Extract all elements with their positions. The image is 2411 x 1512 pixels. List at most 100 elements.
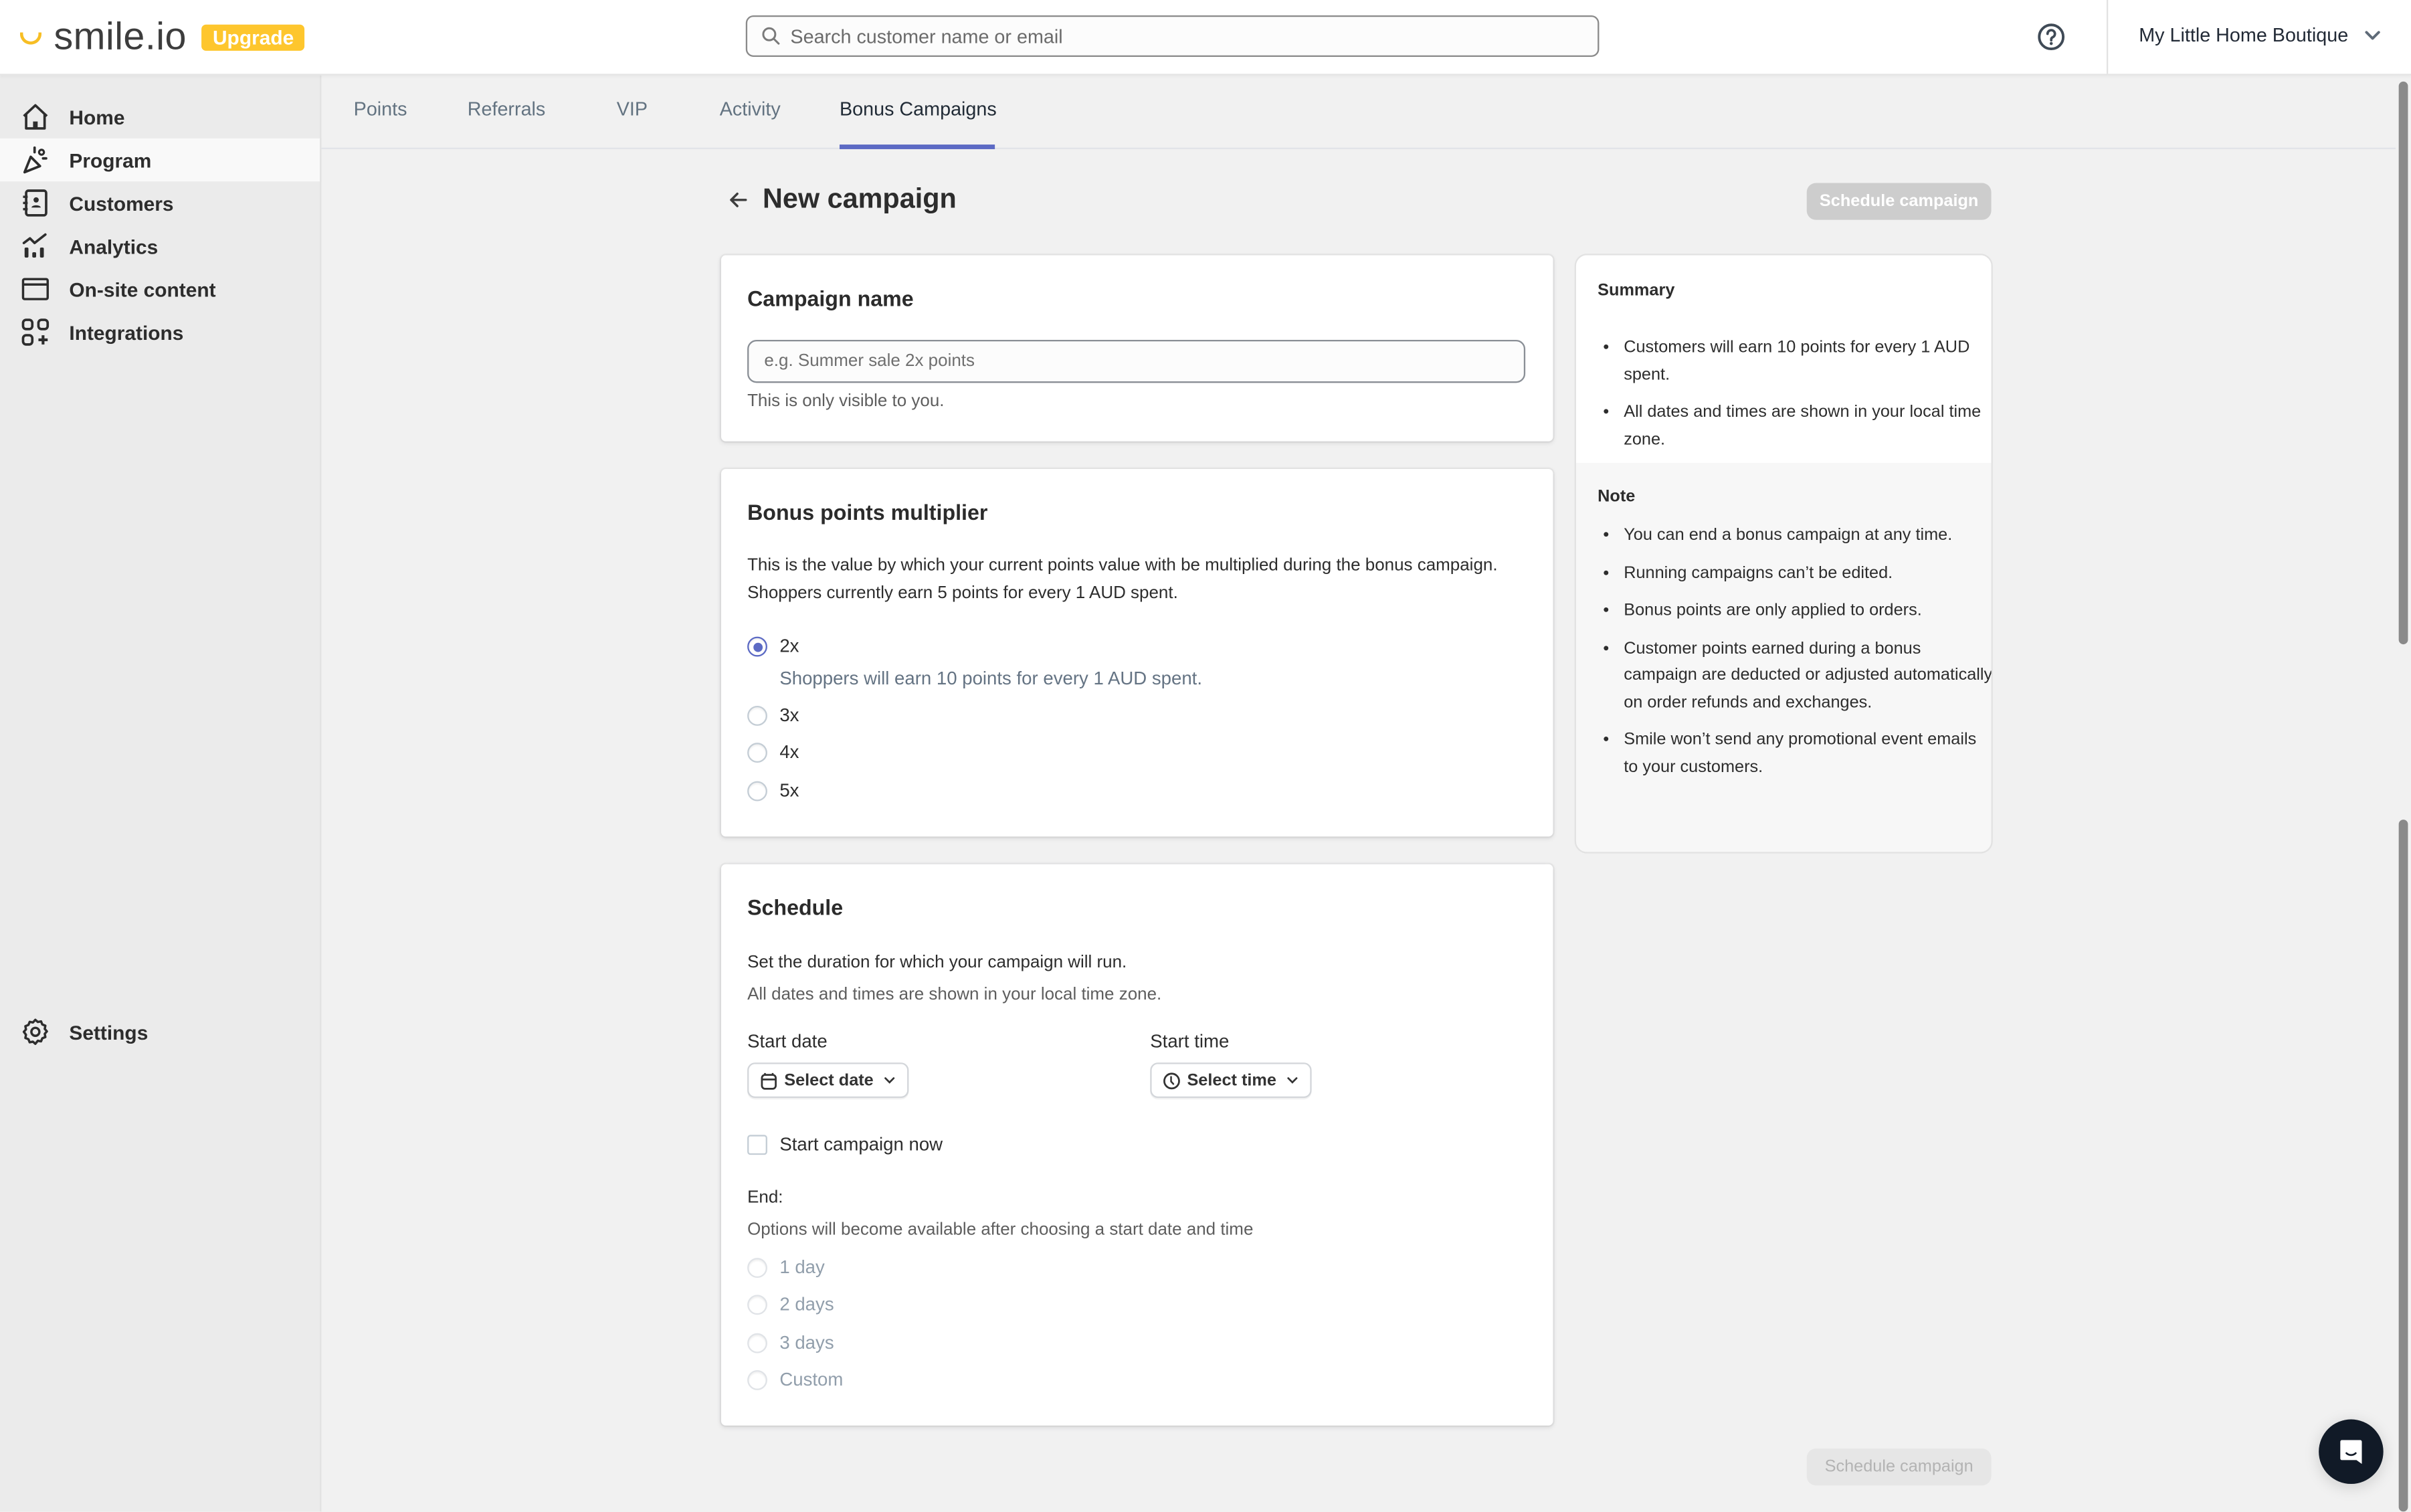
logo-text: smile.io [54,15,187,59]
multiplier-radio-4x[interactable] [747,743,767,763]
campaign-name-title: Campaign name [747,286,914,311]
upgrade-badge[interactable]: Upgrade [201,23,305,50]
customer-search[interactable] [745,15,1600,58]
schedule-title: Schedule [747,894,844,920]
chevron-down-icon [2365,31,2381,40]
end-radio-3-days[interactable] [747,1333,767,1353]
program-tabs: Points Referrals VIP Activity Bonus Camp… [321,74,2398,149]
bonus-multiplier-card: Bonus points multiplier This is the valu… [720,469,1553,837]
campaign-name-field[interactable] [747,339,1526,383]
page-scrollbar[interactable] [2396,74,2411,1512]
start-now-label[interactable]: Start campaign now [779,1133,943,1155]
summary-panel: Summary Customers will earn 10 points fo… [1574,254,1993,854]
note-item: Smile won’t send any promotional event e… [1624,727,1991,781]
smile-logo[interactable]: smile.io Upgrade [19,14,305,60]
home-icon [23,104,48,130]
sidebar-item-label: Integrations [69,320,184,344]
gear-icon [22,1018,48,1045]
sidebar-item-on-site-content[interactable]: On-site content [0,268,320,310]
end-radio-custom[interactable] [747,1369,767,1390]
note-item: Customer points earned during a bonus ca… [1624,636,1991,717]
help-icon[interactable] [2036,21,2066,52]
multiplier-radio-5x[interactable] [747,781,767,801]
end-radio-1-day[interactable] [747,1258,767,1279]
end-label-1-day: 1 day [779,1256,825,1279]
note-item: Running campaigns can’t be edited. [1624,561,1991,587]
search-icon [762,27,780,45]
end-label-2-days: 2 days [779,1293,834,1315]
start-time-picker[interactable]: Select time [1150,1062,1312,1099]
campaign-name-input[interactable] [764,352,1503,371]
campaign-name-card: Campaign name This is only visible to yo… [720,255,1553,442]
end-note: Options will become available after choo… [747,1221,1254,1240]
schedule-description: Set the duration for which your campaign… [747,953,1127,972]
start-date-picker[interactable]: Select date [747,1062,909,1099]
multiplier-radio-3x[interactable] [747,706,767,726]
search-input[interactable] [790,25,1559,48]
start-now-checkbox[interactable] [747,1135,767,1155]
summary-list: Customers will earn 10 points for every … [1598,335,1991,464]
header-divider [2106,0,2109,74]
end-label-custom: Custom [779,1368,844,1390]
sidebar-item-customers[interactable]: Customers [0,181,320,224]
smile-logo-icon [19,32,42,45]
multiplier-label-3x[interactable]: 3x [779,704,799,726]
note-list: You can end a bonus campaign at any time… [1598,523,1991,791]
active-tab-indicator [839,145,995,149]
store-name: My Little Home Boutique [2139,24,2349,46]
tab-referrals[interactable]: Referrals [468,98,546,120]
tab-bonus-campaigns[interactable]: Bonus Campaigns [840,98,997,120]
campaign-name-help: This is only visible to you. [747,392,945,411]
store-switcher[interactable]: My Little Home Boutique [2139,25,2382,46]
multiplier-label-4x[interactable]: 4x [779,741,799,763]
timezone-note: All dates and times are shown in your lo… [747,985,1162,1004]
party-popper-icon [23,146,47,174]
sidebar-item-integrations[interactable]: Integrations [0,310,320,353]
summary-title: Summary [1598,281,1675,300]
summary-item: All dates and times are shown in your lo… [1624,400,1991,454]
multiplier-2x-help: Shoppers will earn 10 points for every 1… [779,667,1202,689]
end-radio-2-days[interactable] [747,1295,767,1315]
chevron-down-icon [1287,1077,1298,1084]
sidebar-item-label: On-site content [69,277,216,301]
schedule-campaign-button-top[interactable]: Schedule campaign [1806,183,1992,220]
summary-item: Customers will earn 10 points for every … [1624,335,1991,389]
clock-icon [1163,1072,1180,1089]
sidebar-item-label: Program [69,148,152,172]
app-root: smile.io Upgrade My Little Home Boutique… [0,0,2411,1512]
scrollbar-thumb-lower[interactable] [2398,820,2408,1512]
multiplier-title: Bonus points multiplier [747,500,988,525]
apps-add-icon [21,318,50,346]
sidebar: Home Program Customers Analytics On-site… [0,74,322,1512]
multiplier-description: This is the value by which your current … [747,557,1498,602]
sidebar-item-home[interactable]: Home [0,96,320,138]
scrollbar-thumb-upper[interactable] [2398,81,2408,645]
note-title: Note [1598,487,1636,506]
chat-launcher-button[interactable] [2319,1419,2384,1485]
end-label: End: [747,1188,783,1208]
start-date-label: Start date [747,1030,828,1052]
start-date-value: Select date [784,1070,874,1090]
sidebar-item-program[interactable]: Program [0,138,320,182]
schedule-campaign-button-bottom[interactable]: Schedule campaign [1806,1448,1992,1486]
multiplier-radio-2x[interactable] [747,636,767,657]
top-bar: smile.io Upgrade My Little Home Boutique [0,0,2411,76]
end-label-3-days: 3 days [779,1331,834,1353]
tab-vip[interactable]: VIP [617,98,648,120]
sidebar-item-label: Settings [69,1020,149,1044]
sidebar-item-settings[interactable]: Settings [0,1010,320,1053]
chat-bubble-icon [2340,1440,2362,1464]
note-item: You can end a bonus campaign at any time… [1624,523,1991,549]
sidebar-item-label: Customers [69,191,174,215]
tab-points[interactable]: Points [354,98,407,120]
multiplier-label-2x[interactable]: 2x [779,635,799,656]
back-arrow-icon[interactable] [726,187,751,212]
contacts-book-icon [23,189,47,217]
sidebar-item-label: Home [69,105,125,128]
calendar-icon [761,1072,777,1089]
chevron-down-icon [884,1077,895,1084]
analytics-icon [22,233,47,258]
tab-activity[interactable]: Activity [720,98,781,120]
sidebar-item-analytics[interactable]: Analytics [0,225,320,268]
multiplier-label-5x[interactable]: 5x [779,779,799,801]
